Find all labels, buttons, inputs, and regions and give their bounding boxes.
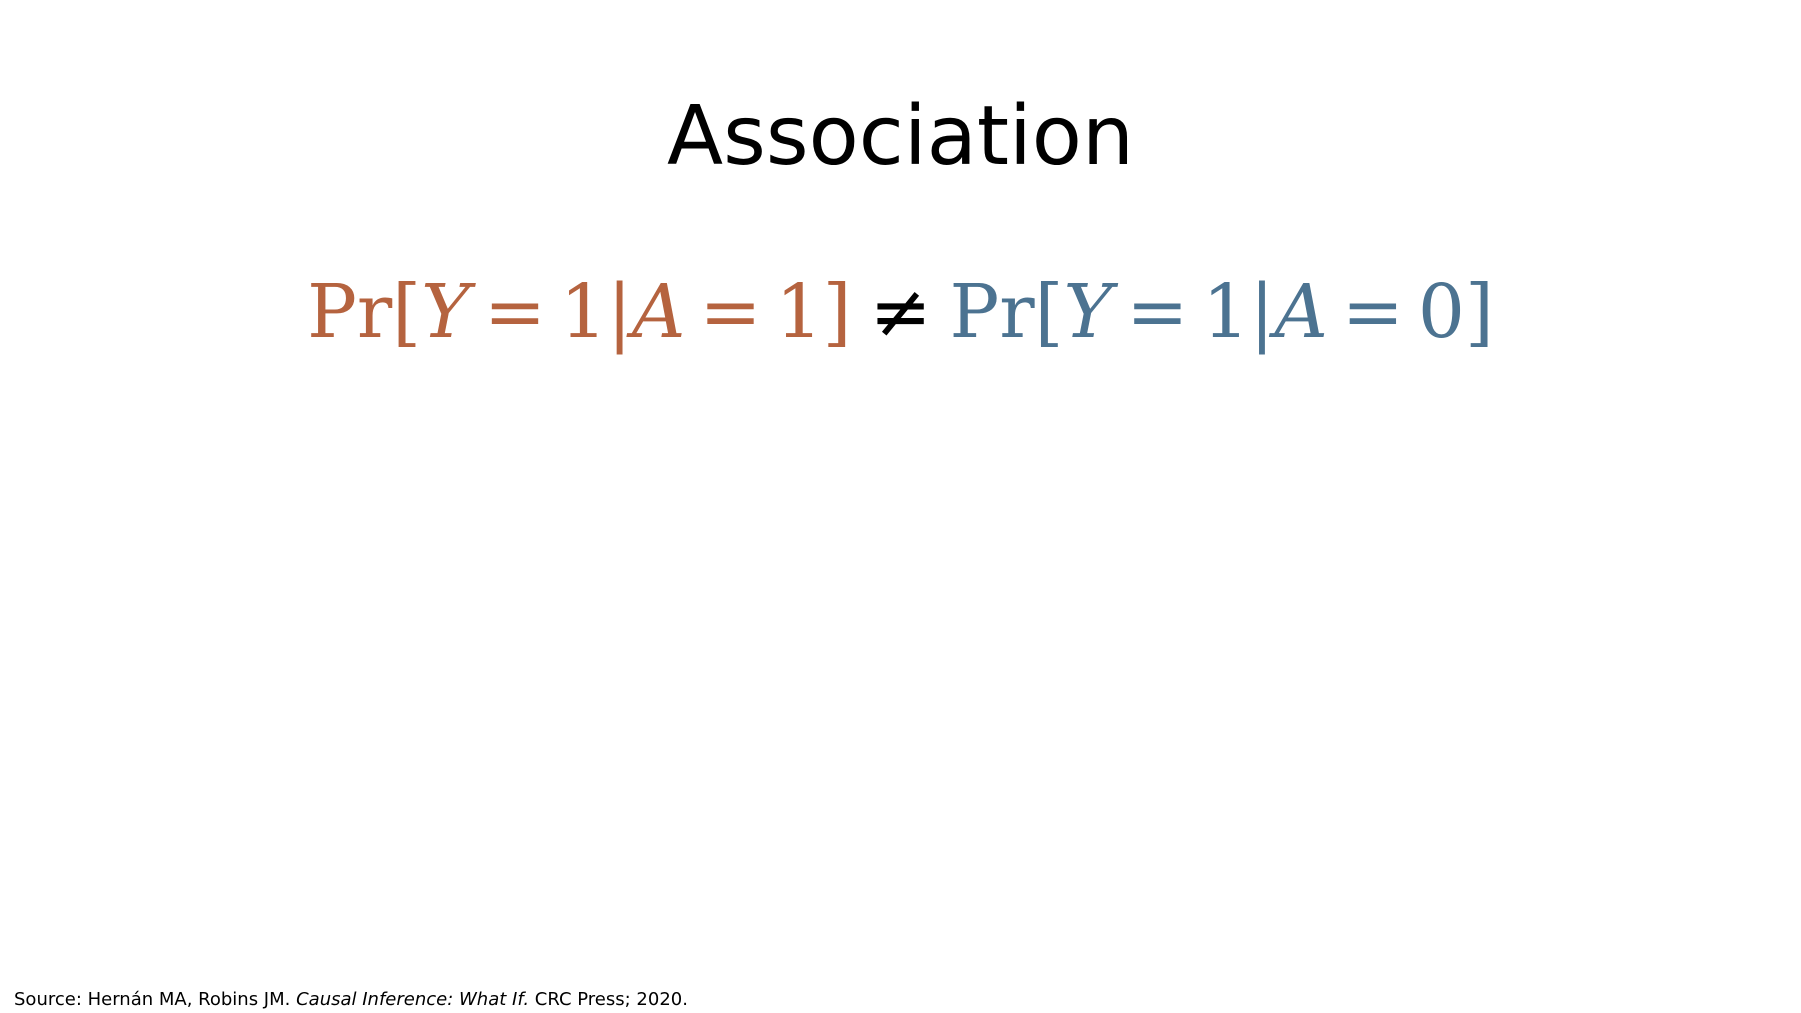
- rhs-value-1: 1: [1202, 269, 1250, 355]
- lhs-equals-2: =: [699, 269, 762, 355]
- lhs-value-1: 1: [560, 269, 608, 355]
- not-equal-sign: ≠: [869, 269, 932, 355]
- rhs-open-bracket: [: [1034, 269, 1064, 355]
- lhs-var-y: Y: [421, 269, 470, 355]
- rhs-fn: Pr: [949, 269, 1035, 355]
- lhs-var-a: A: [632, 269, 686, 355]
- rhs-value-2: 0: [1417, 269, 1466, 355]
- formula-lhs: Pr[Y = 1|A = 1]: [307, 269, 851, 355]
- formula-rhs: Pr[Y = 1|A = 0]: [950, 269, 1494, 355]
- lhs-close-bracket: ]: [822, 269, 852, 355]
- source-suffix: CRC Press; 2020.: [529, 989, 688, 1010]
- rhs-var-a: A: [1274, 269, 1328, 355]
- lhs-open-bracket: [: [392, 269, 422, 355]
- lhs-value-2: 1: [775, 269, 823, 355]
- source-prefix: Source: Hernán MA, Robins JM.: [14, 989, 297, 1010]
- lhs-equals-1: =: [484, 269, 547, 355]
- rhs-equals-1: =: [1126, 269, 1189, 355]
- association-formula: Pr[Y = 1|A = 1] ≠ Pr[Y = 1|A = 0]: [0, 268, 1801, 357]
- lhs-fn: Pr: [307, 269, 393, 355]
- rhs-var-y: Y: [1063, 269, 1113, 355]
- source-book-title: Causal Inference: What If.: [296, 989, 530, 1010]
- slide-title: Association: [667, 89, 1134, 184]
- rhs-equals-2: =: [1341, 269, 1404, 355]
- rhs-given-bar: |: [1249, 269, 1275, 355]
- lhs-given-bar: |: [607, 269, 633, 355]
- rhs-close-bracket: ]: [1465, 269, 1494, 355]
- slide: Association Pr[Y = 1|A = 1] ≠ Pr[Y = 1|A = 0] Sour…: [0, 0, 1801, 1013]
- source-citation: Source: Hernán MA, Robins JM. Causal Inf…: [14, 989, 688, 1010]
